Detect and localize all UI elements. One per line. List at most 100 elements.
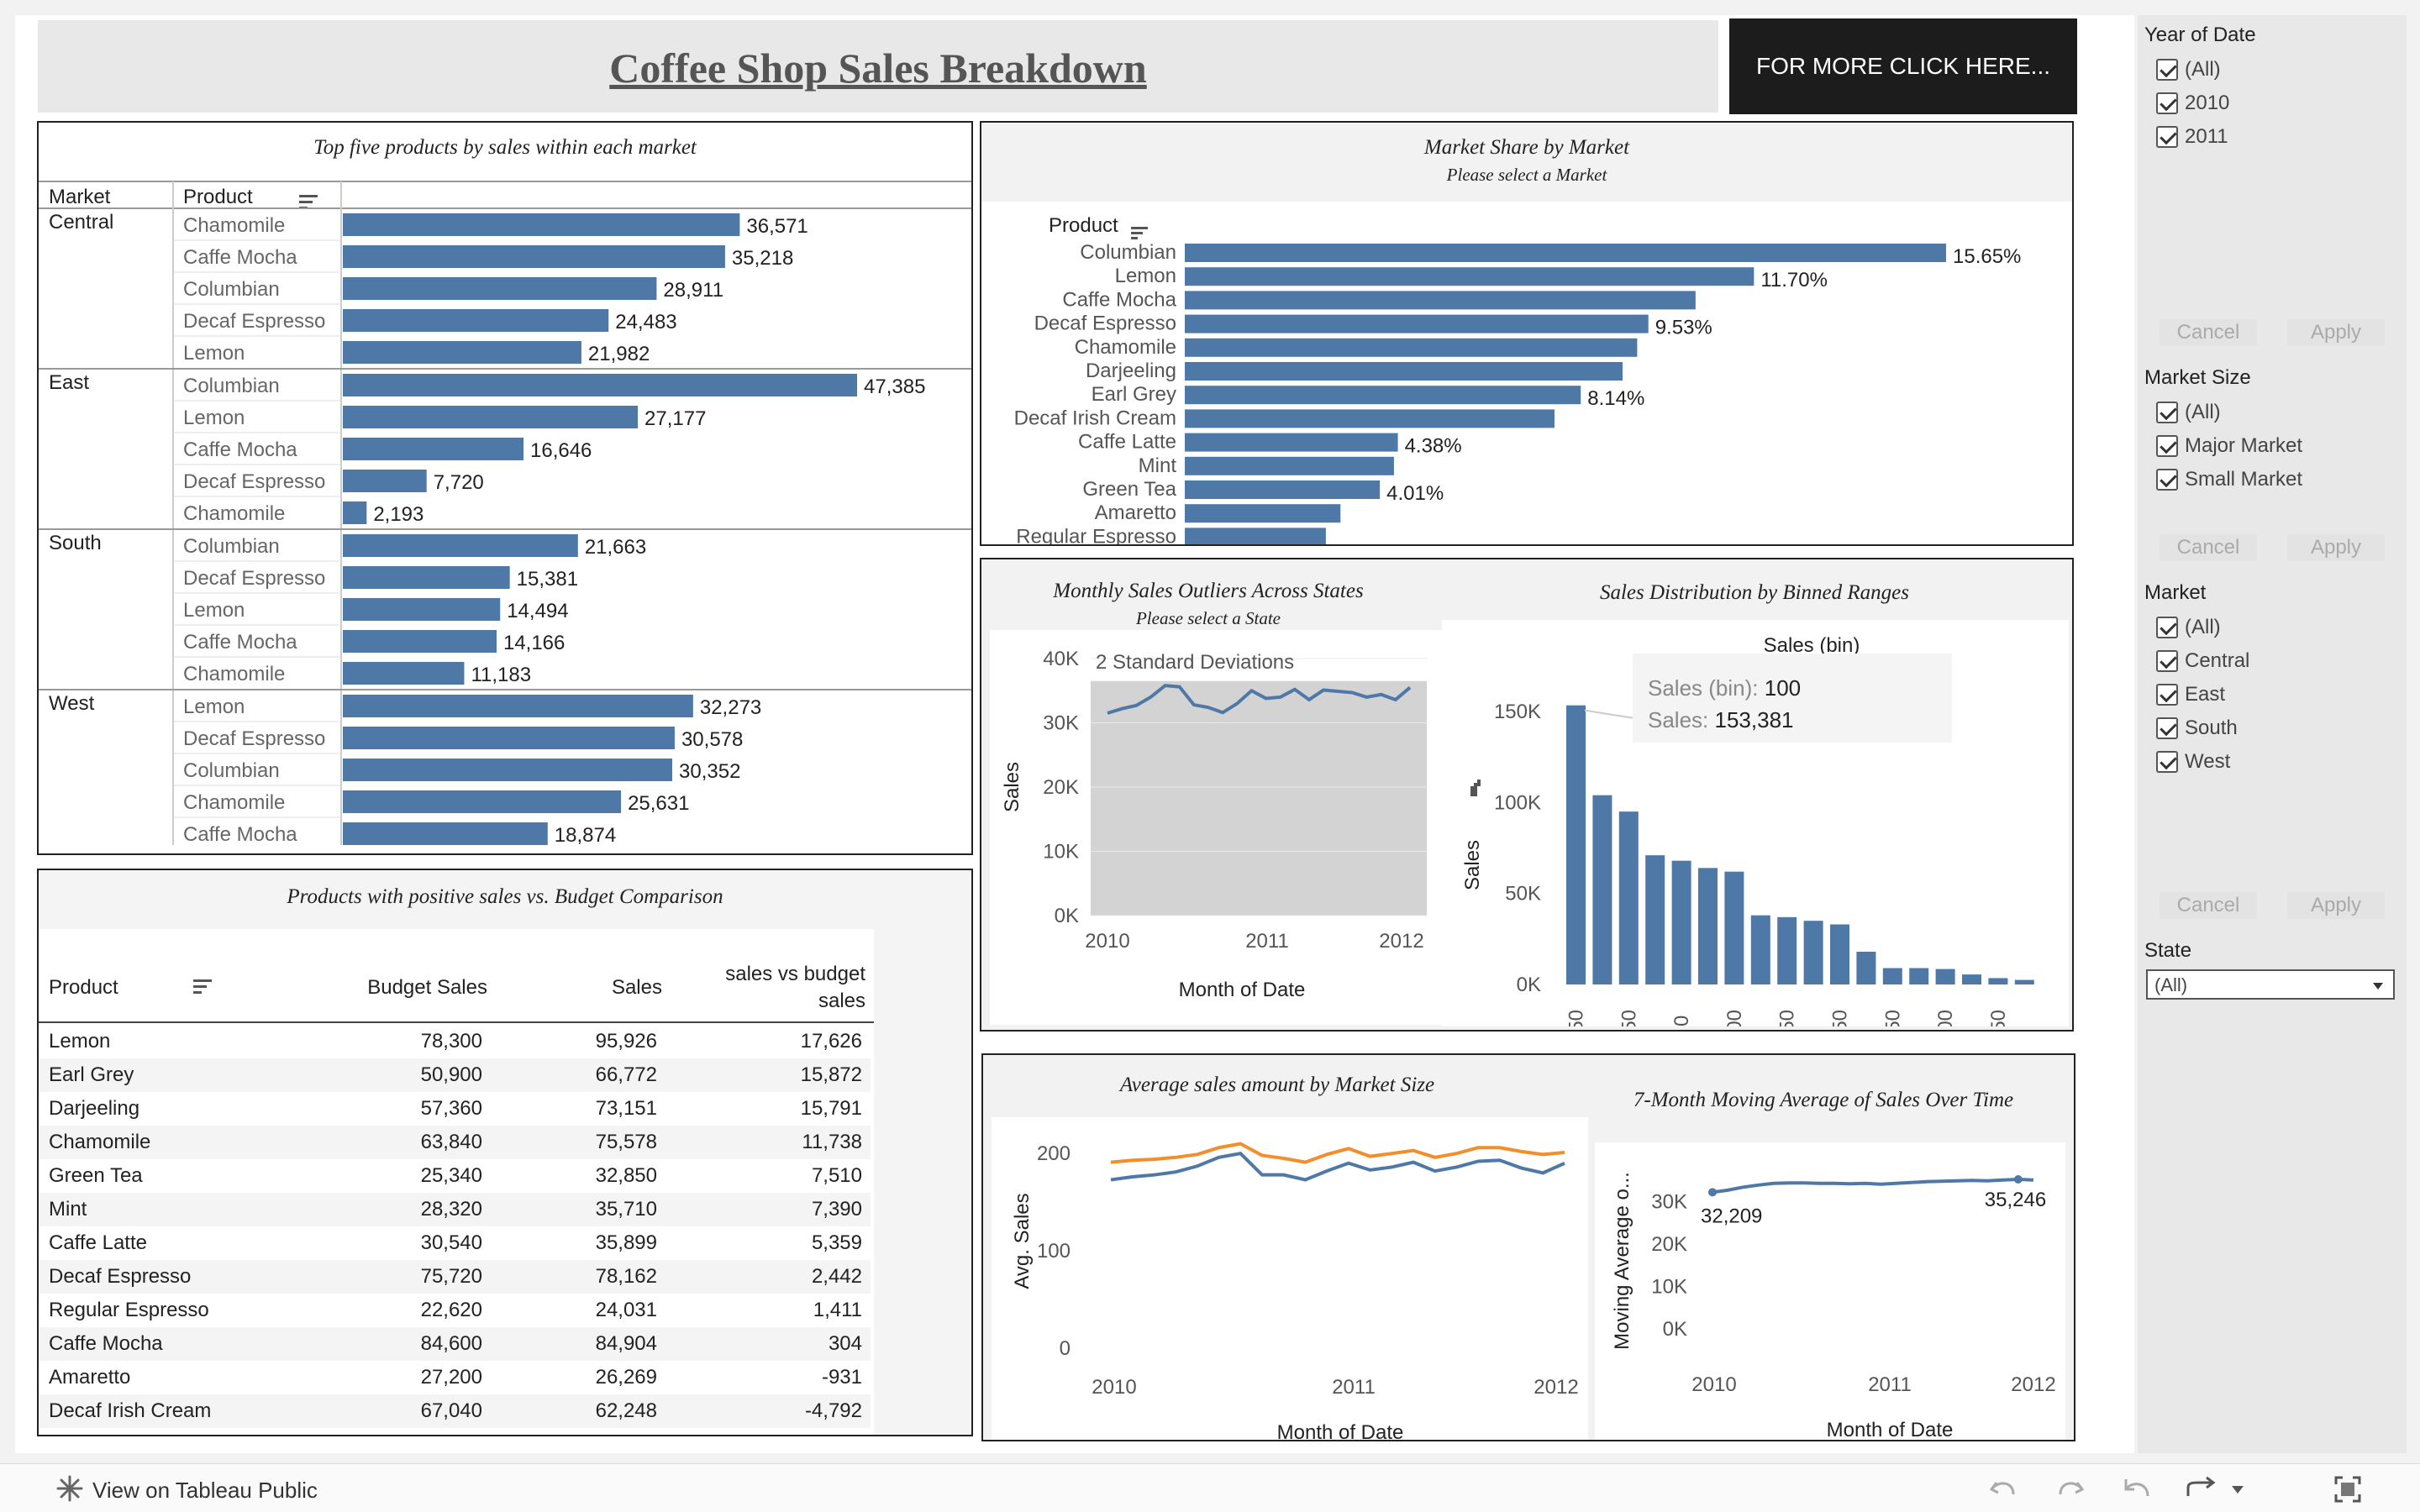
checkbox-size-2[interactable] <box>2156 469 2178 491</box>
bin-bar[interactable] <box>2014 979 2034 984</box>
share-bar[interactable] <box>1185 456 1394 475</box>
product-label[interactable]: Chamomile <box>183 663 285 685</box>
product-label[interactable]: Columbian <box>183 278 280 301</box>
table-row[interactable]: Mint 28,320 35,710 7,390 <box>39 1193 871 1226</box>
filter-option-label[interactable]: 2011 <box>2185 125 2228 149</box>
product-label[interactable]: Amaretto <box>1095 501 1176 524</box>
col-product-header[interactable]: Product <box>183 186 253 208</box>
more-button[interactable]: FOR MORE CLICK HERE... <box>1729 18 2077 114</box>
filter-size-apply[interactable]: Apply <box>2287 534 2385 561</box>
table-row[interactable]: Green Tea 25,340 32,850 7,510 <box>39 1159 871 1193</box>
bin-bar[interactable] <box>1856 952 1876 984</box>
checkbox-size-1[interactable] <box>2156 435 2178 457</box>
sales-bar[interactable] <box>343 406 639 428</box>
sales-bar[interactable] <box>343 695 693 717</box>
state-select[interactable]: (All) <box>2146 969 2395 1000</box>
sales-bar[interactable] <box>343 213 740 236</box>
sort-icon-bar[interactable] <box>1477 780 1481 786</box>
sales-bar[interactable] <box>343 566 510 589</box>
product-label[interactable]: Decaf Irish Cream <box>1014 407 1176 429</box>
share-bar[interactable] <box>1185 480 1381 499</box>
filter-option-label[interactable]: 2010 <box>2185 92 2229 115</box>
checkbox-market-2[interactable] <box>2156 684 2178 706</box>
share-bar[interactable] <box>1185 314 1649 333</box>
bin-bar[interactable] <box>1777 916 1797 984</box>
filter-option-label[interactable]: South <box>2185 717 2238 740</box>
sales-bar[interactable] <box>343 630 497 653</box>
product-label[interactable]: Caffe Mocha <box>1062 288 1176 311</box>
share-bar[interactable] <box>1185 338 1638 357</box>
market-label[interactable]: East <box>49 371 89 394</box>
product-label[interactable]: Darjeeling <box>1086 360 1176 382</box>
sales-bar[interactable] <box>343 277 657 300</box>
col-product-header[interactable]: Product <box>1049 214 1118 237</box>
sales-bar[interactable] <box>343 438 524 460</box>
filter-option-label[interactable]: Major Market <box>2185 434 2302 458</box>
sales-bar[interactable] <box>343 470 427 492</box>
budget-col-sales[interactable]: Sales <box>612 976 662 1000</box>
sort-icon-bar[interactable] <box>1474 783 1477 796</box>
product-label[interactable]: Columbian <box>1080 241 1176 264</box>
table-row[interactable]: Columbian 134,380 128,311 -6,069 <box>39 1428 871 1435</box>
table-row[interactable]: Lemon 78,300 95,926 17,626 <box>39 1025 871 1058</box>
product-label[interactable]: Decaf Espresso <box>183 727 325 750</box>
product-label[interactable]: Lemon <box>183 696 245 718</box>
sales-bar[interactable] <box>343 374 858 396</box>
table-row[interactable]: Decaf Irish Cream 67,040 62,248 -4,792 <box>39 1394 871 1428</box>
filter-option-label[interactable]: (All) <box>2185 58 2221 81</box>
filter-option-label[interactable]: Small Market <box>2185 468 2302 491</box>
sales-bar[interactable] <box>343 727 675 749</box>
col-market-header[interactable]: Market <box>49 186 111 208</box>
share-bar[interactable] <box>1185 528 1326 546</box>
table-row[interactable]: Amaretto 27,200 26,269 -931 <box>39 1361 871 1394</box>
bin-bar[interactable] <box>1988 978 2008 984</box>
share-bar[interactable] <box>1185 362 1623 381</box>
table-row[interactable]: Chamomile 63,840 75,578 11,738 <box>39 1126 871 1159</box>
sales-bar[interactable] <box>343 245 725 268</box>
filter-market-cancel[interactable]: Cancel <box>2160 892 2257 919</box>
checkbox-year-0[interactable] <box>2156 59 2178 81</box>
budget-col-diff[interactable]: sales vs budget <box>725 963 865 986</box>
product-label[interactable]: Earl Grey <box>1092 383 1176 406</box>
revert-icon[interactable] <box>2121 1473 2154 1506</box>
product-label[interactable]: Lemon <box>1115 265 1176 287</box>
table-row[interactable]: Decaf Espresso 75,720 78,162 2,442 <box>39 1260 871 1294</box>
sort-icon-bar[interactable] <box>299 201 313 203</box>
sort-icon[interactable] <box>193 976 212 997</box>
bin-bar[interactable] <box>1909 968 1929 985</box>
sort-icon-bar[interactable] <box>299 195 318 197</box>
product-label[interactable]: Caffe Latte <box>1078 431 1176 454</box>
filter-market-apply[interactable]: Apply <box>2287 892 2385 919</box>
sort-icon-bar[interactable] <box>1470 786 1474 796</box>
market-label[interactable]: Central <box>49 211 113 234</box>
sales-bar[interactable] <box>343 822 548 845</box>
table-row[interactable]: Caffe Mocha 84,600 84,904 304 <box>39 1327 871 1361</box>
bin-bar[interactable] <box>1724 871 1744 984</box>
sales-bar[interactable] <box>343 341 581 364</box>
filter-size-cancel[interactable]: Cancel <box>2160 534 2257 561</box>
filter-option-label[interactable]: Central <box>2185 649 2249 673</box>
bin-bar[interactable] <box>1618 811 1639 984</box>
filter-option-label[interactable]: West <box>2185 750 2230 774</box>
bin-bar[interactable] <box>1830 924 1849 985</box>
budget-col-budget[interactable]: Budget Sales <box>367 976 487 1000</box>
product-label[interactable]: Chamomile <box>183 502 285 525</box>
filter-option-label[interactable]: (All) <box>2185 401 2221 424</box>
checkbox-year-2[interactable] <box>2156 126 2178 148</box>
share-bar[interactable] <box>1185 433 1398 452</box>
product-label[interactable]: Columbian <box>183 535 280 558</box>
share-bar[interactable] <box>1185 386 1581 405</box>
product-label[interactable]: Chamomile <box>183 791 285 814</box>
product-label[interactable]: Lemon <box>183 599 245 622</box>
sales-bar[interactable] <box>343 598 501 621</box>
product-label[interactable]: Chamomile <box>183 214 285 237</box>
share-bar[interactable] <box>1185 409 1555 428</box>
sort-icon-bar[interactable] <box>1131 227 1148 229</box>
bin-bar[interactable] <box>1671 860 1691 984</box>
start-point[interactable] <box>1708 1188 1717 1197</box>
share-bar[interactable] <box>1185 267 1754 286</box>
sort-icon-bar[interactable] <box>1131 232 1143 234</box>
table-row[interactable]: Darjeeling 57,360 73,151 15,791 <box>39 1092 871 1126</box>
product-label[interactable]: Lemon <box>183 342 245 365</box>
sales-bar[interactable] <box>343 662 465 685</box>
